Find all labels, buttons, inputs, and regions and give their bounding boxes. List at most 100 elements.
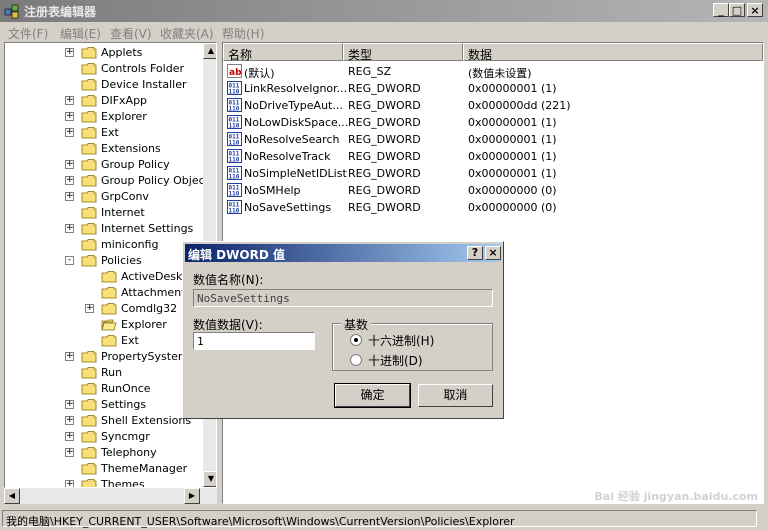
expand-icon[interactable]: + bbox=[65, 448, 74, 457]
tree-item-label[interactable]: Internet Settings bbox=[101, 222, 193, 235]
value-row[interactable]: 011 110 NoLowDiskSpace... REG_DWORD 0x000000… bbox=[223, 114, 763, 131]
value-name: NoSimpleNetIDList bbox=[244, 167, 347, 180]
menu-file[interactable]: 文件(F) bbox=[8, 25, 48, 42]
svg-text:110: 110 bbox=[229, 123, 240, 130]
expand-icon[interactable]: + bbox=[85, 304, 94, 313]
value-row[interactable]: 011 110 NoSimpleNetIDList REG_DWORD 0x000000… bbox=[223, 165, 763, 182]
tree-item-label[interactable]: RunOnce bbox=[101, 382, 151, 395]
tree-item-label[interactable]: Syncmgr bbox=[101, 430, 150, 443]
tree-item-label[interactable]: GrpConv bbox=[101, 190, 149, 203]
expand-icon[interactable]: + bbox=[65, 224, 74, 233]
column-header-name[interactable]: 名称 bbox=[223, 43, 343, 62]
scroll-up-button[interactable]: ▲ bbox=[203, 43, 216, 59]
svg-text:110: 110 bbox=[229, 191, 240, 198]
folder-icon bbox=[81, 351, 97, 363]
cancel-button[interactable]: 取消 bbox=[418, 384, 493, 407]
folder-icon bbox=[81, 479, 97, 487]
tree-item-label[interactable]: Themes bbox=[101, 478, 145, 487]
tree-item-label[interactable]: Explorer bbox=[121, 318, 167, 331]
expand-icon[interactable]: + bbox=[65, 192, 74, 201]
dialog-help-button[interactable]: ? bbox=[467, 246, 483, 260]
column-header-data[interactable]: 数据 bbox=[463, 43, 763, 62]
value-data: (数值未设置) bbox=[468, 67, 532, 80]
expand-icon[interactable]: + bbox=[65, 352, 74, 361]
folder-icon bbox=[81, 431, 97, 443]
value-data: 0x00000001 (1) bbox=[468, 167, 557, 180]
tree-item-label[interactable]: PropertySystem bbox=[101, 350, 189, 363]
tree-item-label[interactable]: Controls Folder bbox=[101, 62, 184, 75]
decimal-label[interactable]: 十进制(D) bbox=[368, 352, 423, 369]
hex-radio[interactable] bbox=[350, 334, 362, 346]
dialog-close-button[interactable]: × bbox=[485, 246, 501, 260]
menu-help[interactable]: 帮助(H) bbox=[222, 25, 264, 42]
status-bar: 我的电脑\HKEY_CURRENT_USER\Software\Microsof… bbox=[0, 507, 768, 530]
tree-horizontal-scrollbar[interactable]: ◀ ▶ bbox=[4, 488, 217, 504]
expand-icon[interactable]: + bbox=[65, 160, 74, 169]
value-row[interactable]: 011 110 LinkResolveIgnor... REG_DWORD 0x0000… bbox=[223, 80, 763, 97]
hex-label[interactable]: 十六进制(H) bbox=[368, 332, 434, 349]
tree-item-label[interactable]: Extensions bbox=[101, 142, 161, 155]
value-row[interactable]: 011 110 NoResolveTrack REG_DWORD 0x00000001 … bbox=[223, 148, 763, 165]
tree-item-label[interactable]: Shell Extensions bbox=[101, 414, 191, 427]
menu-view[interactable]: 查看(V) bbox=[110, 25, 152, 42]
tree-item-label[interactable]: Policies bbox=[101, 254, 142, 267]
value-data: 0x00000001 (1) bbox=[468, 82, 557, 95]
column-header-type[interactable]: 类型 bbox=[343, 43, 463, 62]
close-button[interactable]: × bbox=[747, 3, 763, 17]
folder-icon bbox=[81, 383, 97, 395]
expand-icon[interactable]: + bbox=[65, 432, 74, 441]
expand-icon[interactable]: + bbox=[65, 416, 74, 425]
tree-item-label[interactable]: Group Policy Objects bbox=[101, 174, 215, 187]
tree-item-label[interactable]: Ext bbox=[121, 334, 139, 347]
tree-item-label[interactable]: Run bbox=[101, 366, 122, 379]
expand-icon[interactable]: + bbox=[65, 176, 74, 185]
binary-value-icon: 011110 bbox=[227, 149, 242, 163]
tree-item-label[interactable]: Device Installer bbox=[101, 78, 187, 91]
scroll-down-button[interactable]: ▼ bbox=[203, 471, 216, 487]
folder-icon bbox=[81, 367, 97, 379]
tree-item-label[interactable]: DIFxApp bbox=[101, 94, 147, 107]
folder-icon bbox=[81, 415, 97, 427]
tree-item-label[interactable]: Explorer bbox=[101, 110, 147, 123]
tree-item-label[interactable]: Telephony bbox=[101, 446, 157, 459]
expand-icon[interactable]: + bbox=[65, 112, 74, 121]
tree-item-label[interactable]: ThemeManager bbox=[101, 462, 187, 475]
menu-favorites[interactable]: 收藏夹(A) bbox=[160, 25, 214, 42]
tree-item-label[interactable]: Comdlg32 bbox=[121, 302, 177, 315]
maximize-button[interactable]: □ bbox=[729, 3, 745, 17]
value-data: 0x00000000 (0) bbox=[468, 184, 557, 197]
svg-text:110: 110 bbox=[229, 174, 240, 181]
value-data-input[interactable]: 1 bbox=[193, 332, 315, 350]
tree-item-label[interactable]: Settings bbox=[101, 398, 146, 411]
expand-icon[interactable]: + bbox=[65, 48, 74, 57]
menu-edit[interactable]: 编辑(E) bbox=[60, 25, 101, 42]
minimize-button[interactable]: _ bbox=[713, 3, 729, 17]
value-row[interactable]: 011 110 NoSaveSettings REG_DWORD 0x00000000 … bbox=[223, 199, 763, 216]
scroll-right-button[interactable]: ▶ bbox=[184, 488, 200, 504]
value-row[interactable]: 011 110 NoSMHelp REG_DWORD 0x00000000 (0) bbox=[223, 182, 763, 199]
tree-item-label[interactable]: Internet bbox=[101, 206, 145, 219]
decimal-radio[interactable] bbox=[350, 354, 362, 366]
binary-value-icon: 011110 bbox=[227, 132, 242, 146]
value-row[interactable]: 011 110 NoResolveSearch REG_DWORD 0x00000001… bbox=[223, 131, 763, 148]
ok-button[interactable]: 确定 bbox=[334, 383, 411, 408]
tree-item-label[interactable]: Applets bbox=[101, 46, 142, 59]
expand-icon[interactable]: + bbox=[65, 96, 74, 105]
value-row[interactable]: 011 110 NoDriveTypeAut... REG_DWORD 0x000000… bbox=[223, 97, 763, 114]
expand-icon[interactable]: + bbox=[65, 480, 74, 487]
collapse-icon[interactable]: - bbox=[65, 256, 74, 265]
value-row[interactable]: ab (默认) REG_SZ (数值未设置) bbox=[223, 63, 763, 80]
value-type: REG_DWORD bbox=[348, 201, 421, 214]
value-type: REG_DWORD bbox=[348, 133, 421, 146]
expand-icon[interactable]: + bbox=[65, 400, 74, 409]
tree-item-label[interactable]: Attachments bbox=[121, 286, 191, 299]
value-name: (默认) bbox=[244, 67, 275, 80]
tree-item-label[interactable]: miniconfig bbox=[101, 238, 158, 251]
scroll-left-button[interactable]: ◀ bbox=[4, 488, 20, 504]
binary-value-icon: 011110 bbox=[227, 166, 242, 180]
value-name: NoLowDiskSpace... bbox=[244, 116, 349, 129]
folder-icon bbox=[81, 255, 97, 267]
tree-item-label[interactable]: Group Policy bbox=[101, 158, 170, 171]
expand-icon[interactable]: + bbox=[65, 128, 74, 137]
tree-item-label[interactable]: Ext bbox=[101, 126, 119, 139]
